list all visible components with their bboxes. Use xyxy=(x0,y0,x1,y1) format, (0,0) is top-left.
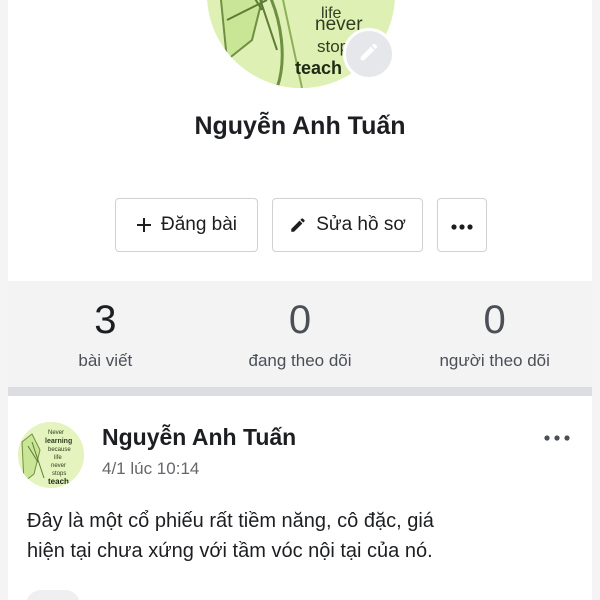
post-avatar-word-5: never xyxy=(51,463,66,469)
profile-actions: Đăng bài Sửa hồ sơ xyxy=(115,198,487,252)
post-body-line-2: hiện tại chưa xứng với tầm vóc nội tại c… xyxy=(27,540,433,562)
stat-followers[interactable]: 0 người theo dõi xyxy=(397,281,592,387)
stat-followers-count: 0 xyxy=(483,298,506,342)
more-dots-icon xyxy=(543,428,571,446)
post-avatar-word-2: learning xyxy=(45,438,72,445)
post-author-name[interactable]: Nguyễn Anh Tuấn xyxy=(102,424,296,451)
edit-profile-label: Sửa hồ sơ xyxy=(316,214,406,235)
stat-following-label: đang theo dõi xyxy=(248,351,352,370)
stat-posts-label: bài viết xyxy=(78,351,133,370)
new-post-label: Đăng bài xyxy=(160,214,238,235)
left-edge xyxy=(0,0,8,600)
profile-name: Nguyễn Anh Tuấn xyxy=(194,112,406,140)
edit-profile-button[interactable]: Sửa hồ sơ xyxy=(272,198,423,252)
post-author-avatar[interactable]: Never learning because life never stops … xyxy=(18,422,84,488)
profile-avatar-container: life never stop teach xyxy=(207,0,395,88)
pencil-icon xyxy=(358,41,380,68)
profile-stats: 3 bài viết 0 đang theo dõi 0 người theo … xyxy=(8,281,592,387)
stat-followers-label: người theo dõi xyxy=(439,351,550,370)
edit-avatar-button[interactable] xyxy=(343,28,395,80)
post-avatar-word-3: because xyxy=(48,447,71,453)
post-avatar-artwork: Never learning because life never stops … xyxy=(18,422,84,488)
stat-posts-count: 3 xyxy=(94,298,117,342)
post-options-button[interactable] xyxy=(540,428,574,446)
profile-page: life never stop teach Nguyễn Anh Tuấn Đă… xyxy=(0,0,600,600)
stat-posts[interactable]: 3 bài viết xyxy=(8,281,203,387)
pencil-icon xyxy=(289,216,307,234)
post-avatar-word-1: Never xyxy=(48,430,64,436)
post-timestamp[interactable]: 4/1 lúc 10:14 xyxy=(102,459,199,479)
post-body: Đây là một cổ phiếu rất tiềm năng, cô đặ… xyxy=(27,506,567,566)
reaction-button-partial[interactable] xyxy=(26,590,80,600)
avatar-word-4: teach xyxy=(295,58,342,78)
post-avatar-word-7: teach xyxy=(48,477,69,486)
post-body-line-1: Đây là một cổ phiếu rất tiềm năng, cô đặ… xyxy=(27,510,434,532)
new-post-button[interactable]: Đăng bài xyxy=(115,198,258,252)
more-options-button[interactable] xyxy=(437,198,487,252)
section-divider xyxy=(8,387,592,396)
plus-icon xyxy=(136,217,152,233)
stat-following-count: 0 xyxy=(288,298,312,342)
stat-following[interactable]: 0 đang theo dõi xyxy=(203,281,398,387)
more-dots-icon xyxy=(451,214,473,236)
post-avatar-word-4: life xyxy=(54,455,62,461)
right-edge xyxy=(592,0,600,600)
